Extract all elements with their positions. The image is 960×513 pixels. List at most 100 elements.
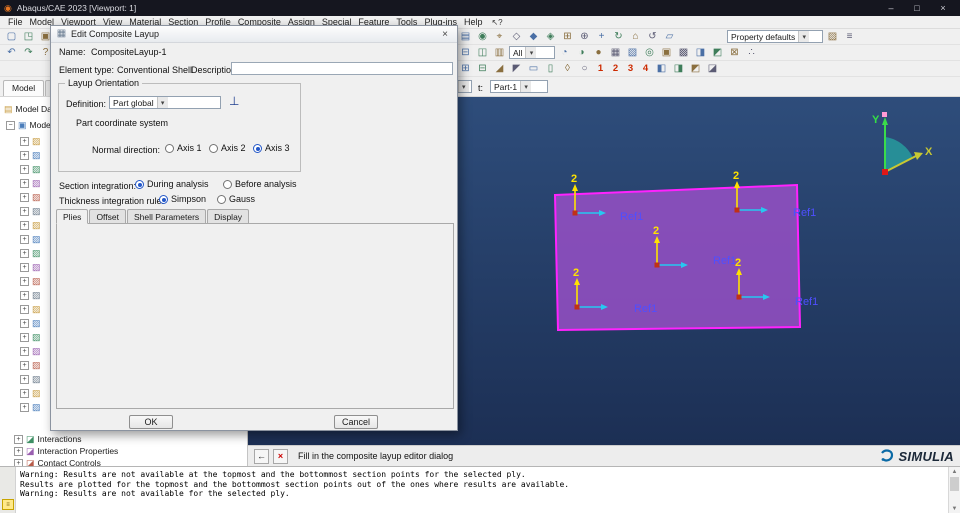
- shaded-render-icon[interactable]: ●: [591, 46, 606, 59]
- render-options-icon[interactable]: ∴: [744, 46, 759, 59]
- tree-item[interactable]: + ▨: [20, 233, 41, 245]
- tab-plies[interactable]: Plies: [56, 209, 89, 224]
- csys-axes-icon[interactable]: ⊥: [229, 94, 239, 108]
- tree-item-interactions[interactable]: + ◪ Interactions: [14, 433, 81, 445]
- expand-icon[interactable]: +: [20, 164, 29, 174]
- tree-item[interactable]: + ▨: [20, 345, 41, 357]
- expand-icon[interactable]: +: [20, 304, 29, 314]
- tab-model[interactable]: Model: [3, 80, 45, 96]
- expand-icon[interactable]: +: [20, 234, 29, 244]
- activate-view-cut-icon[interactable]: ⊞: [458, 62, 473, 75]
- definition-combo[interactable]: Part global ▾: [109, 96, 221, 109]
- ok-button[interactable]: OK: [129, 415, 173, 429]
- layer-b-icon[interactable]: ◨: [671, 62, 686, 75]
- visible-edges-icon[interactable]: ◨: [693, 46, 708, 59]
- previous-prompt-button[interactable]: ←: [254, 448, 269, 464]
- cut-z-icon[interactable]: ▭: [526, 62, 541, 75]
- wireframe-render-icon[interactable]: ◔: [557, 46, 572, 59]
- open-database-icon[interactable]: ◳: [21, 30, 36, 43]
- color-code-combo[interactable]: Property defaults ▾: [727, 30, 823, 43]
- axis-1-radio[interactable]: Axis 1: [165, 143, 202, 153]
- expand-icon[interactable]: +: [20, 262, 29, 272]
- color-code-dialog-icon[interactable]: ▨: [825, 30, 840, 43]
- rotate-view-icon[interactable]: ↻: [611, 30, 626, 43]
- redo-icon[interactable]: ↷: [21, 46, 36, 59]
- plot-options-icon[interactable]: ▥: [492, 46, 507, 59]
- before-analysis-radio[interactable]: Before analysis: [223, 179, 297, 189]
- layer-d-icon[interactable]: ◪: [705, 62, 720, 75]
- during-analysis-radio[interactable]: During analysis: [135, 179, 209, 189]
- expand-icon[interactable]: +: [14, 446, 23, 456]
- cut-flip-icon[interactable]: ○: [577, 62, 592, 75]
- expand-icon[interactable]: +: [20, 388, 29, 398]
- expand-icon[interactable]: +: [20, 150, 29, 160]
- tree-item[interactable]: + ▨: [20, 135, 41, 147]
- capture-icon[interactable]: ◉: [475, 30, 490, 43]
- scrollbar-thumb[interactable]: [950, 477, 959, 491]
- display-group-b-icon[interactable]: ▧: [625, 46, 640, 59]
- cut-y-icon[interactable]: ◤: [509, 62, 524, 75]
- visibility-options-icon[interactable]: ≡: [842, 30, 857, 43]
- view-cut-number-button[interactable]: 3: [624, 62, 637, 75]
- zoom-in-out-icon[interactable]: ⊕: [577, 30, 592, 43]
- description-field[interactable]: [231, 62, 453, 75]
- tree-item[interactable]: + ▨: [20, 289, 41, 301]
- new-model-database-icon[interactable]: ▢: [4, 30, 19, 43]
- gauss-radio[interactable]: Gauss: [217, 194, 255, 204]
- create-display-group-icon[interactable]: ◫: [475, 46, 490, 59]
- cut-offset-icon[interactable]: ◊: [560, 62, 575, 75]
- expand-icon[interactable]: +: [20, 248, 29, 258]
- expand-icon[interactable]: +: [20, 276, 29, 286]
- view-iso-icon[interactable]: ◈: [543, 30, 558, 43]
- scroll-up-icon[interactable]: ▲: [949, 467, 960, 476]
- maximize-button[interactable]: □: [904, 1, 930, 15]
- tree-item[interactable]: + ▨: [20, 373, 41, 385]
- console-scrollbar[interactable]: ▲ ▼: [948, 467, 960, 513]
- expand-icon[interactable]: +: [20, 318, 29, 328]
- tree-item[interactable]: + ▨: [20, 275, 41, 287]
- cycle-views-icon[interactable]: ↺: [645, 30, 660, 43]
- edit-view-cut-icon[interactable]: ⊟: [475, 62, 490, 75]
- tree-item[interactable]: + ▨: [20, 317, 41, 329]
- tab-offset[interactable]: Offset: [89, 209, 126, 224]
- cancel-procedure-button[interactable]: ×: [273, 448, 288, 464]
- layer-a-icon[interactable]: ◧: [654, 62, 669, 75]
- expand-icon[interactable]: +: [20, 220, 29, 230]
- expand-icon[interactable]: +: [20, 332, 29, 342]
- tree-item[interactable]: + ▨: [20, 149, 41, 161]
- print-icon[interactable]: ▤: [458, 30, 473, 43]
- cli-prompt-icon[interactable]: ≡: [2, 499, 14, 510]
- query-information-icon[interactable]: ⌖: [492, 30, 507, 43]
- annotation-icon[interactable]: ⊠: [727, 46, 742, 59]
- tree-item-interaction-properties[interactable]: + ◪ Interaction Properties: [14, 445, 118, 457]
- close-button[interactable]: ×: [930, 1, 956, 15]
- tree-item[interactable]: + ▨: [20, 247, 41, 259]
- axis-3-radio[interactable]: Axis 3: [253, 143, 290, 153]
- composite-plate[interactable]: [553, 183, 802, 332]
- undo-icon[interactable]: ↶: [4, 46, 19, 59]
- tree-item[interactable]: + ▨: [20, 163, 41, 175]
- expand-icon[interactable]: +: [20, 136, 29, 146]
- tab-shell-parameters[interactable]: Shell Parameters: [126, 209, 207, 224]
- tree-item[interactable]: + ▨: [20, 303, 41, 315]
- view-cut-number-button[interactable]: 1: [594, 62, 607, 75]
- menu-help[interactable]: Help: [464, 17, 483, 27]
- simpson-radio[interactable]: Simpson: [159, 194, 206, 204]
- perspective-icon[interactable]: ▱: [662, 30, 677, 43]
- part-display-icon[interactable]: ◩: [710, 46, 725, 59]
- dialog-title-bar[interactable]: ▦ Edit Composite Layup ×: [51, 26, 457, 43]
- tree-item[interactable]: + ▨: [20, 359, 41, 371]
- layer-c-icon[interactable]: ◩: [688, 62, 703, 75]
- cut-plane-icon[interactable]: ▯: [543, 62, 558, 75]
- message-console[interactable]: ≡ Warning: Results are not available at …: [0, 466, 960, 513]
- expand-icon[interactable]: +: [14, 434, 23, 444]
- mesh-display-icon[interactable]: ▩: [676, 46, 691, 59]
- part-combo[interactable]: Part-1 ▾: [490, 80, 548, 93]
- hidden-line-render-icon[interactable]: ◑: [574, 46, 589, 59]
- tree-item[interactable]: + ▨: [20, 177, 41, 189]
- expand-icon[interactable]: +: [20, 360, 29, 370]
- tree-item[interactable]: + ▨: [20, 387, 41, 399]
- view-front-icon[interactable]: ◇: [509, 30, 524, 43]
- minimize-button[interactable]: –: [878, 1, 904, 15]
- tree-item-contact-controls[interactable]: + ◪ Contact Controls: [14, 457, 101, 466]
